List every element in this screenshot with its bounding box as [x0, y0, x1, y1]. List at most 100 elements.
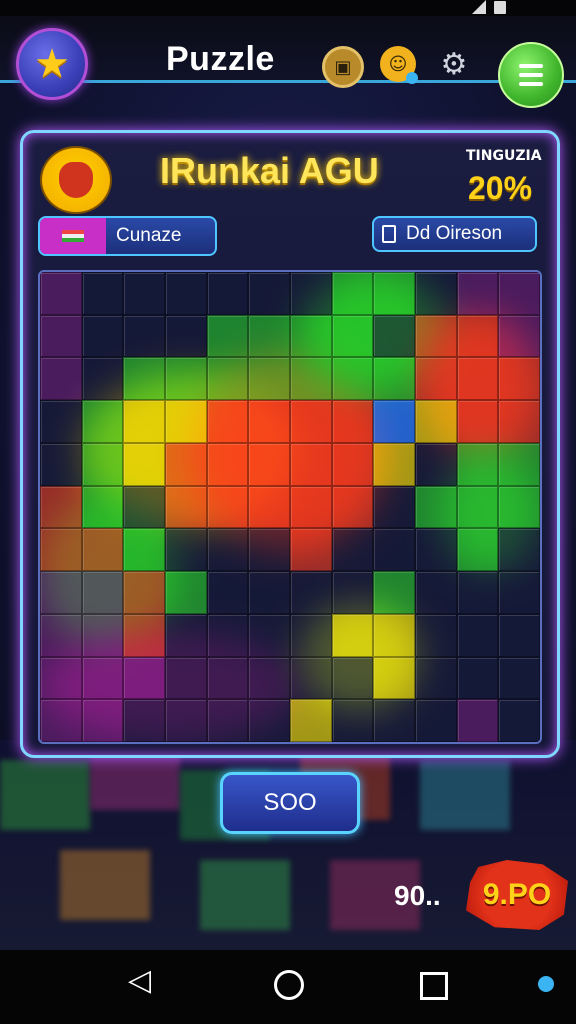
- puzzle-piece[interactable]: [373, 485, 415, 529]
- puzzle-piece[interactable]: [373, 613, 415, 657]
- puzzle-piece[interactable]: [206, 400, 249, 443]
- puzzle-piece[interactable]: [123, 528, 165, 572]
- puzzle-piece[interactable]: [456, 485, 499, 529]
- puzzle-piece[interactable]: [415, 485, 457, 529]
- puzzle-piece[interactable]: [290, 699, 332, 742]
- puzzle-piece[interactable]: [248, 528, 290, 572]
- puzzle-piece[interactable]: [456, 613, 499, 657]
- puzzle-piece[interactable]: [290, 656, 332, 700]
- puzzle-piece[interactable]: [206, 699, 249, 742]
- menu-button[interactable]: [498, 42, 564, 108]
- puzzle-piece[interactable]: [81, 485, 124, 529]
- favorites-button[interactable]: ★: [16, 28, 88, 100]
- puzzle-piece[interactable]: [165, 272, 207, 315]
- puzzle-piece[interactable]: [40, 442, 82, 486]
- puzzle-piece[interactable]: [498, 485, 540, 529]
- puzzle-piece[interactable]: [373, 314, 415, 358]
- puzzle-piece[interactable]: [165, 528, 207, 572]
- puzzle-piece[interactable]: [206, 314, 249, 358]
- puzzle-piece[interactable]: [40, 613, 82, 657]
- character-icon[interactable]: ☺: [380, 46, 418, 84]
- puzzle-piece[interactable]: [248, 272, 290, 315]
- puzzle-piece[interactable]: [40, 357, 82, 401]
- puzzle-piece[interactable]: [165, 656, 207, 700]
- puzzle-piece[interactable]: [81, 613, 124, 657]
- puzzle-piece[interactable]: [123, 272, 165, 315]
- puzzle-piece[interactable]: [331, 613, 374, 657]
- puzzle-piece[interactable]: [290, 485, 332, 529]
- puzzle-piece[interactable]: [456, 442, 499, 486]
- puzzle-piece[interactable]: [498, 272, 540, 315]
- puzzle-piece[interactable]: [206, 656, 249, 700]
- puzzle-piece[interactable]: [456, 528, 499, 572]
- puzzle-piece[interactable]: [415, 314, 457, 358]
- back-icon[interactable]: ◁: [128, 966, 151, 996]
- puzzle-piece[interactable]: [373, 656, 415, 700]
- change-button[interactable]: Cunaze: [38, 216, 217, 256]
- puzzle-piece[interactable]: [81, 656, 124, 700]
- puzzle-piece[interactable]: [165, 314, 207, 358]
- puzzle-piece[interactable]: [165, 357, 207, 401]
- puzzle-piece[interactable]: [415, 357, 457, 401]
- puzzle-piece[interactable]: [40, 314, 82, 358]
- puzzle-piece[interactable]: [415, 613, 457, 657]
- gear-icon[interactable]: ⚙: [436, 46, 472, 82]
- puzzle-piece[interactable]: [331, 699, 374, 742]
- puzzle-piece[interactable]: [206, 442, 249, 486]
- puzzle-piece[interactable]: [123, 656, 165, 700]
- puzzle-piece[interactable]: [165, 485, 207, 529]
- puzzle-piece[interactable]: [456, 400, 499, 443]
- puzzle-piece[interactable]: [498, 357, 540, 401]
- puzzle-piece[interactable]: [248, 613, 290, 657]
- puzzle-piece[interactable]: [331, 656, 374, 700]
- puzzle-piece[interactable]: [123, 357, 165, 401]
- puzzle-piece[interactable]: [248, 571, 290, 614]
- puzzle-piece[interactable]: [123, 571, 165, 614]
- puzzle-piece[interactable]: [248, 699, 290, 742]
- puzzle-piece[interactable]: [456, 314, 499, 358]
- puzzle-piece[interactable]: [498, 571, 540, 614]
- puzzle-piece[interactable]: [290, 442, 332, 486]
- puzzle-piece[interactable]: [331, 442, 374, 486]
- puzzle-piece[interactable]: [165, 571, 207, 614]
- assistant-icon[interactable]: [538, 976, 554, 992]
- puzzle-piece[interactable]: [373, 699, 415, 742]
- puzzle-piece[interactable]: [415, 272, 457, 315]
- puzzle-piece[interactable]: [123, 400, 165, 443]
- home-icon[interactable]: [274, 970, 304, 1000]
- puzzle-piece[interactable]: [290, 613, 332, 657]
- puzzle-piece[interactable]: [123, 314, 165, 358]
- puzzle-piece[interactable]: [373, 357, 415, 401]
- puzzle-piece[interactable]: [206, 357, 249, 401]
- puzzle-piece[interactable]: [81, 571, 124, 614]
- puzzle-piece[interactable]: [81, 699, 124, 742]
- puzzle-piece[interactable]: [206, 613, 249, 657]
- puzzle-piece[interactable]: [331, 528, 374, 572]
- puzzle-piece[interactable]: [123, 485, 165, 529]
- puzzle-piece[interactable]: [331, 571, 374, 614]
- puzzle-piece[interactable]: [415, 400, 457, 443]
- puzzle-piece[interactable]: [373, 528, 415, 572]
- puzzle-piece[interactable]: [415, 571, 457, 614]
- puzzle-piece[interactable]: [248, 314, 290, 358]
- puzzle-piece[interactable]: [81, 272, 124, 315]
- puzzle-piece[interactable]: [248, 656, 290, 700]
- puzzle-piece[interactable]: [331, 272, 374, 315]
- puzzle-piece[interactable]: [123, 699, 165, 742]
- puzzle-piece[interactable]: [498, 656, 540, 700]
- puzzle-piece[interactable]: [123, 442, 165, 486]
- puzzle-piece[interactable]: [498, 400, 540, 443]
- puzzle-piece[interactable]: [40, 571, 82, 614]
- puzzle-piece[interactable]: [81, 357, 124, 401]
- puzzle-piece[interactable]: [331, 400, 374, 443]
- puzzle-piece[interactable]: [290, 528, 332, 572]
- puzzle-piece[interactable]: [415, 442, 457, 486]
- player-avatar[interactable]: [40, 146, 112, 214]
- puzzle-piece[interactable]: [248, 400, 290, 443]
- puzzle-piece[interactable]: [331, 357, 374, 401]
- puzzle-piece[interactable]: [165, 613, 207, 657]
- puzzle-piece[interactable]: [415, 656, 457, 700]
- puzzle-piece[interactable]: [165, 442, 207, 486]
- puzzle-piece[interactable]: [498, 613, 540, 657]
- puzzle-piece[interactable]: [373, 571, 415, 614]
